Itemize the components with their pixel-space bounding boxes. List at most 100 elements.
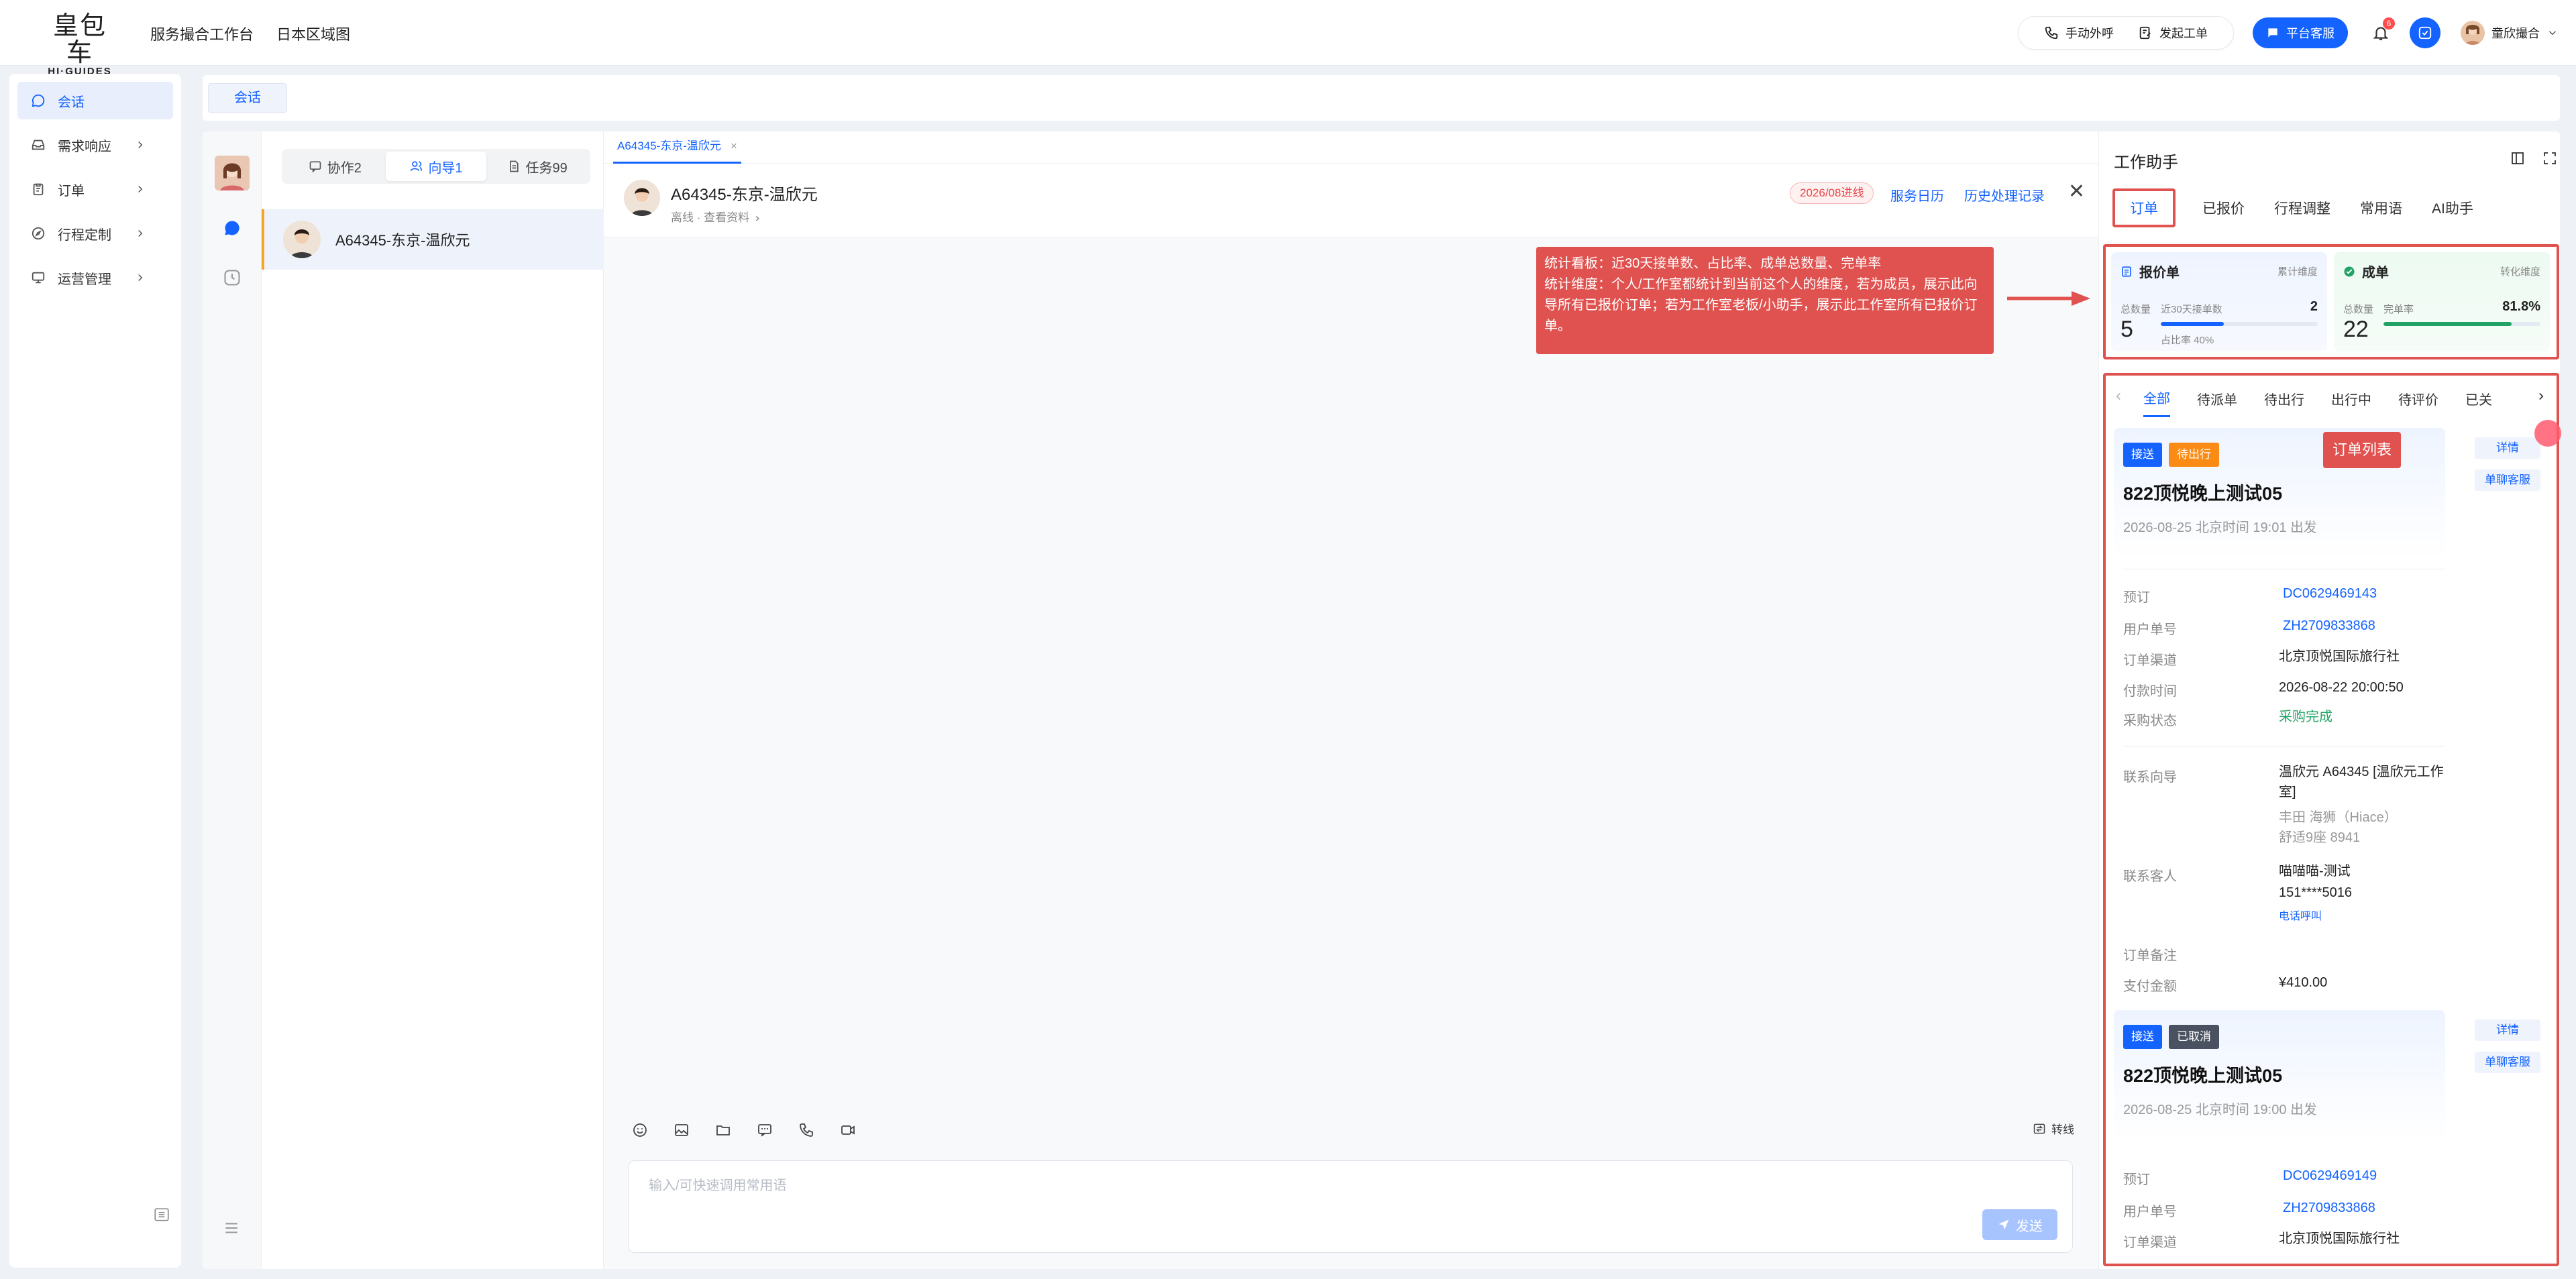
quote-stats-card: 报价单 累计维度 总数量 5 近30天接单数 2 占比率 40% [2111, 252, 2327, 351]
annotation-arrow [2007, 291, 2090, 306]
chevron-right-icon[interactable] [2535, 390, 2547, 402]
transfer-line-button[interactable]: 转线 [2033, 1120, 2074, 1137]
collapse-sidebar-button[interactable] [153, 1206, 170, 1223]
send-icon [1998, 1219, 2009, 1230]
app-switch-button[interactable] [2410, 17, 2440, 48]
chat-service-button[interactable]: 单聊客服 [2475, 469, 2540, 491]
video-icon[interactable] [840, 1122, 856, 1138]
payment-amount: ¥410.00 [2279, 975, 2328, 990]
top-bar: 皇包车 HI·GUIDES 服务撮合工作台 日本区域图 手动外呼 发起工单 平台… [0, 0, 2576, 77]
menu-icon[interactable] [223, 1219, 240, 1237]
tab-itinerary-adjust[interactable]: 行程调整 [2271, 198, 2333, 218]
floating-helper-button[interactable] [2534, 420, 2561, 447]
conversation-item[interactable]: A64345-东京-温欣元 [262, 209, 604, 270]
message-input[interactable]: 输入/可快速调用常用语 发送 [628, 1160, 2073, 1253]
create-ticket-button[interactable]: 发起工单 [2138, 24, 2208, 42]
order-actions: 详情 单聊客服 [2475, 1019, 2540, 1084]
tab-orders[interactable]: 订单 [2112, 188, 2176, 227]
chat-tab-close[interactable]: × [731, 140, 737, 152]
segment-label: 任务99 [525, 160, 568, 176]
order-list-section: 全部 待派单 待出行 出行中 待评价 已关 接送 待出行 822顶悦晚上测试05 … [2103, 373, 2559, 1266]
field-label: 用户单号 [2123, 622, 2177, 637]
conversation-list: 协作2 向导1 任务99 A64345-东京-温欣元 [262, 131, 604, 1269]
sidebar-item-orders[interactable]: 订单 [17, 170, 173, 208]
chat-contact-name: A64345-东京-温欣元 [671, 186, 818, 204]
tab-quoted[interactable]: 已报价 [2200, 198, 2247, 218]
order-tab-in-trip[interactable]: 出行中 [2331, 378, 2371, 416]
order-tab-closed[interactable]: 已关 [2465, 378, 2492, 416]
brand-logo[interactable]: 皇包车 HI·GUIDES [43, 12, 117, 78]
close-chat-button[interactable]: ✕ [2068, 180, 2085, 203]
nav-region-map[interactable]: 日本区域图 [276, 23, 350, 44]
user-menu[interactable]: 童欣撮合 [2461, 21, 2559, 45]
chevron-right-icon [755, 215, 759, 221]
platform-service-button[interactable]: 平台客服 [2253, 17, 2348, 48]
phone-icon[interactable] [798, 1122, 814, 1138]
field-label: 采购状态 [2123, 714, 2177, 728]
quote-metric-label: 近30天接单数 [2161, 304, 2222, 315]
call-phone-link[interactable]: 电话呼叫 [2279, 907, 2447, 927]
order-detail-button[interactable]: 详情 [2475, 437, 2540, 459]
nav-workbench[interactable]: 服务撮合工作台 [150, 23, 254, 44]
folder-icon[interactable] [715, 1122, 731, 1138]
document-icon [509, 160, 519, 172]
fullscreen-icon[interactable] [2542, 150, 2558, 166]
service-calendar-link[interactable]: 服务日历 [1890, 185, 1944, 205]
chat-filled-icon[interactable] [223, 219, 241, 237]
chat-service-button[interactable]: 单聊客服 [2475, 1052, 2540, 1073]
ticket-edit-icon [2139, 26, 2151, 40]
segment-guide[interactable]: 向导1 [385, 152, 487, 181]
chat-bubble-icon [32, 94, 45, 107]
history-records-link[interactable]: 历史处理记录 [1964, 185, 2045, 205]
tab-ai-assistant[interactable]: AI助手 [2429, 198, 2476, 218]
guide-avatar[interactable] [624, 180, 660, 216]
order-detail-button[interactable]: 详情 [2475, 1019, 2540, 1041]
tab-chat[interactable]: 会话 [208, 83, 287, 113]
monitor-icon [32, 272, 45, 284]
manual-call-label: 手动外呼 [2065, 27, 2114, 40]
deal-card-sub: 转化维度 [2500, 266, 2540, 278]
send-button[interactable]: 发送 [1982, 1209, 2057, 1240]
booking-number[interactable]: DC0629469143 [2283, 583, 2451, 604]
user-order-number[interactable]: ZH2709833868 [2283, 1198, 2451, 1218]
booking-number[interactable]: DC0629469149 [2283, 1166, 2451, 1186]
vehicle-plate: 舒适9座 8941 [2279, 830, 2361, 845]
order-tab-pending-trip[interactable]: 待出行 [2264, 378, 2304, 416]
order-type-tag: 接送 [2123, 1025, 2162, 1049]
chat-tab-label: A64345-东京-温欣元 [617, 140, 721, 152]
tab-phrases[interactable]: 常用语 [2357, 198, 2405, 218]
inbox-icon [32, 140, 45, 150]
guide-avatar [283, 221, 321, 258]
field-label: 预订 [2123, 1172, 2150, 1187]
user-avatar [2461, 21, 2485, 45]
quick-reply-icon[interactable] [757, 1122, 773, 1138]
order-tab-all[interactable]: 全部 [2143, 377, 2170, 417]
emoji-icon[interactable] [632, 1122, 648, 1138]
order-tab-pending-dispatch[interactable]: 待派单 [2197, 378, 2237, 416]
sidebar-item-operations[interactable]: 运营管理 [17, 259, 173, 296]
image-icon[interactable] [674, 1122, 690, 1138]
history-clock-icon[interactable] [223, 268, 241, 287]
conversation-segment: 协作2 向导1 任务99 [282, 149, 590, 184]
agent-avatar[interactable] [215, 156, 250, 190]
quote-card-title: 报价单 [2139, 266, 2180, 280]
layout-icon[interactable] [2510, 150, 2526, 166]
user-order-number[interactable]: ZH2709833868 [2283, 616, 2451, 636]
segment-collab[interactable]: 协作2 [284, 152, 386, 181]
sidebar-item-itinerary[interactable]: 行程定制 [17, 215, 173, 252]
sidebar-item-chat[interactable]: 会话 [17, 82, 173, 119]
order-tab-pending-review[interactable]: 待评价 [2398, 378, 2438, 416]
order-card-header: 接送 已取消 822顶悦晚上测试05 2026-08-25 北京时间 19:00 … [2114, 1010, 2445, 1142]
main-panel: 协作2 向导1 任务99 A64345-东京-温欣元 A64345-东京-温欣元… [203, 131, 2560, 1269]
segment-tasks[interactable]: 任务99 [486, 152, 588, 181]
contact-status-link[interactable]: 离线 · 查看资料 [671, 208, 762, 225]
notification-bell[interactable]: 6 [2372, 17, 2395, 42]
transfer-label: 转线 [2051, 1123, 2074, 1136]
payment-time: 2026-08-22 20:00:50 [2279, 1260, 2447, 1264]
sidebar-item-demand[interactable]: 需求响应 [17, 126, 173, 164]
chat-tab-active[interactable]: A64345-东京-温欣元 × [613, 131, 741, 164]
segment-label: 协作2 [327, 160, 362, 176]
manual-call-button[interactable]: 手动外呼 [2044, 24, 2114, 42]
order-status-tag: 已取消 [2169, 1025, 2219, 1049]
send-label: 发送 [2016, 1219, 2043, 1234]
